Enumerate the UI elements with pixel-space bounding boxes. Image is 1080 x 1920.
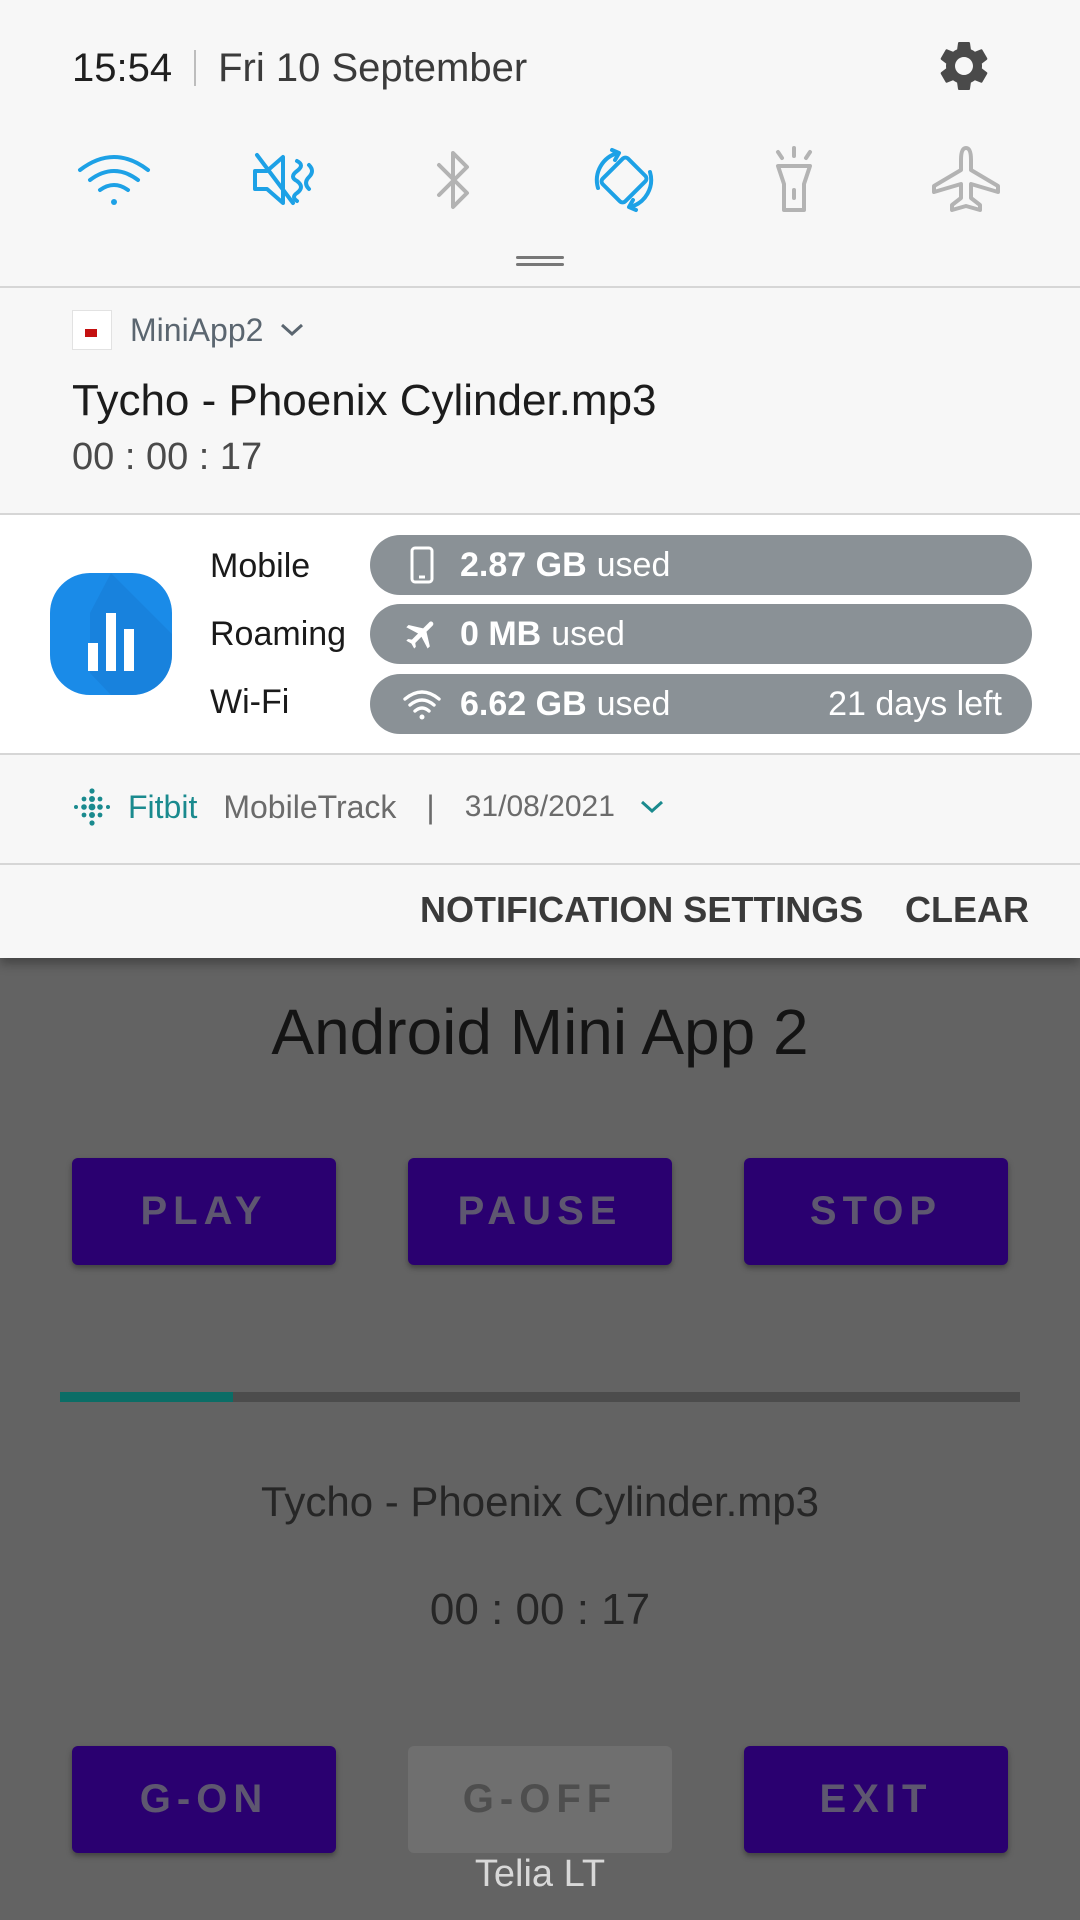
app-title: Android Mini App 2: [271, 996, 809, 1068]
wifi-usage-suffix: used: [596, 684, 671, 723]
roaming-usage-bar[interactable]: 0 MB used: [370, 604, 1032, 664]
phone-icon: [402, 545, 442, 585]
fitbit-app-name: Fitbit: [128, 788, 198, 825]
mute-toggle-icon[interactable]: [244, 140, 324, 220]
media-track-title: Tycho - Phoenix Cylinder.mp3: [72, 376, 657, 425]
media-app-header: MiniApp2: [72, 310, 305, 350]
g-on-button[interactable]: G-ON: [72, 1746, 336, 1853]
mobile-usage-bar[interactable]: 2.87 GB used: [370, 535, 1032, 595]
shade-drag-handle[interactable]: [516, 256, 564, 266]
status-row: 15:54 Fri 10 September: [72, 40, 527, 96]
media-app-name: MiniApp2: [130, 311, 264, 348]
chevron-down-icon[interactable]: [639, 799, 665, 815]
shade-actions: NOTIFICATION SETTINGS CLEAR: [0, 865, 1080, 958]
chevron-down-icon[interactable]: [279, 322, 305, 338]
fitbit-icon: [74, 788, 110, 826]
fitbit-date: 31/08/2021: [464, 790, 615, 823]
play-button[interactable]: PLAY: [72, 1158, 336, 1265]
quick-settings-row: [0, 140, 1080, 220]
miniapp-icon: [72, 310, 112, 350]
roaming-usage-amount: 0 MB: [460, 614, 542, 653]
flashlight-toggle-icon[interactable]: [754, 140, 834, 220]
settings-gear-icon[interactable]: [934, 36, 994, 96]
playback-progress-fill: [60, 1392, 233, 1402]
playback-progress-bar[interactable]: [60, 1392, 1020, 1402]
wifi-icon: [402, 684, 442, 724]
wifi-toggle-icon[interactable]: [74, 140, 154, 220]
airplane-mode-toggle-icon[interactable]: [926, 140, 1006, 220]
fitbit-notification[interactable]: Fitbit MobileTrack | 31/08/2021: [0, 755, 1080, 863]
carrier-label: Telia LT: [474, 1853, 606, 1895]
airplane-icon: [402, 614, 442, 654]
clock: 15:54: [72, 45, 173, 90]
roaming-label: Roaming: [210, 615, 347, 653]
pause-button[interactable]: PAUSE: [408, 1158, 672, 1265]
exit-button[interactable]: EXIT: [744, 1746, 1008, 1853]
media-notification[interactable]: MiniApp2 Tycho - Phoenix Cylinder.mp3 00…: [0, 288, 1080, 513]
wifi-usage-amount: 6.62 GB: [460, 684, 587, 723]
status-separator: [194, 50, 197, 86]
wifi-usage-bar[interactable]: 6.62 GB used 21 days left: [370, 674, 1032, 734]
mobile-usage-suffix: used: [596, 545, 671, 584]
data-usage-widget[interactable]: Mobile 2.87 GB used Roaming 0 MB used Wi…: [0, 515, 1080, 753]
date[interactable]: Fri 10 September: [218, 46, 527, 91]
media-elapsed-time: 00 : 00 : 17: [72, 436, 263, 478]
clear-button[interactable]: CLEAR: [905, 889, 1029, 931]
wifi-days-left: 21 days left: [828, 684, 1002, 723]
bluetooth-toggle-icon[interactable]: [414, 140, 494, 220]
app-song-title: Tycho - Phoenix Cylinder.mp3: [261, 1478, 819, 1525]
mobile-usage-amount: 2.87 GB: [460, 545, 587, 584]
app-elapsed-time: 00 : 00 : 17: [429, 1585, 651, 1634]
roaming-usage-suffix: used: [551, 614, 625, 653]
fitbit-subtext: MobileTrack: [223, 788, 397, 825]
g-off-button: G-OFF: [408, 1746, 672, 1853]
notification-shade: 15:54 Fri 10 September MiniApp2 Tycho - …: [0, 0, 1080, 958]
stop-button[interactable]: STOP: [744, 1158, 1008, 1265]
auto-rotate-toggle-icon[interactable]: [584, 140, 664, 220]
fitbit-separator: |: [426, 788, 435, 825]
notification-settings-button[interactable]: NOTIFICATION SETTINGS: [420, 889, 863, 931]
wifi-label: Wi-Fi: [210, 683, 290, 721]
fitbit-header: Fitbit MobileTrack | 31/08/2021: [72, 787, 665, 827]
mobile-label: Mobile: [210, 547, 311, 585]
data-usage-app-icon[interactable]: [50, 573, 172, 695]
